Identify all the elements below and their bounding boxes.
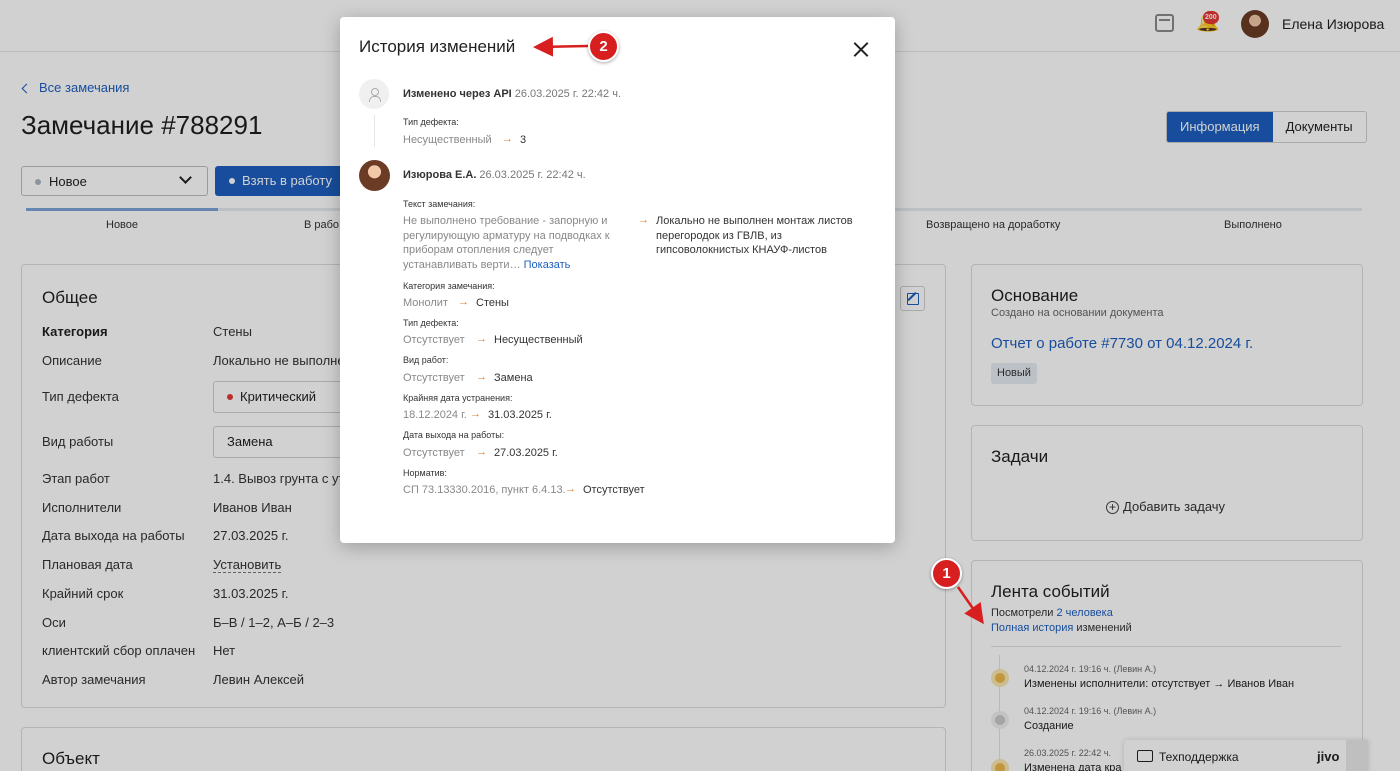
annotation-arrows	[533, 36, 984, 625]
annotation-arrow-2	[533, 36, 589, 57]
annotation-marker-2: 2	[588, 31, 619, 62]
annotation-arrow-1	[956, 586, 984, 625]
annotation-marker-1: 1	[931, 558, 962, 589]
